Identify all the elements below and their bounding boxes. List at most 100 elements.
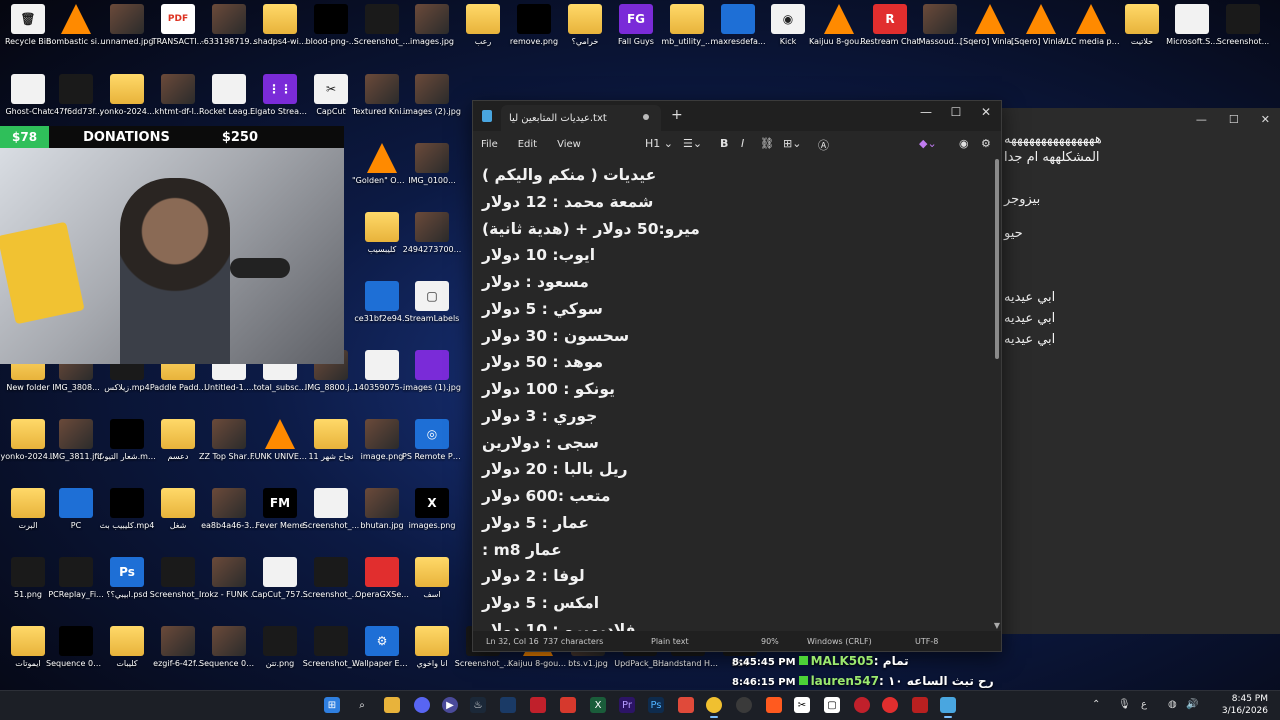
file-explorer-icon[interactable]	[384, 697, 400, 713]
desktop-icon[interactable]: [Sqero] Vinland Sa...	[960, 4, 1020, 47]
settings-icon[interactable]: ⚙	[981, 137, 991, 150]
desktop-icon[interactable]: khtmt-df-l...	[150, 74, 206, 117]
chat-window[interactable]: — ☐ ✕ هههههههههههههههه المشكلههه ام جدا …	[998, 108, 1280, 634]
desktop-icon[interactable]: 140359075-...	[354, 350, 410, 393]
text-format[interactable]: Plain text	[651, 637, 689, 646]
desktop-icon[interactable]: Screenshot_...	[150, 557, 206, 600]
desktop-icon[interactable]: كليبات	[99, 626, 155, 669]
desktop-icon[interactable]: images (1).jpg	[403, 350, 461, 393]
app-icon[interactable]	[678, 697, 694, 713]
desktop-icon[interactable]: FUNK UNIVERSO...	[250, 419, 310, 462]
desktop-icon[interactable]: ◉ Kick	[760, 4, 816, 47]
new-tab-button[interactable]: +	[671, 107, 683, 123]
app-icon[interactable]	[560, 697, 576, 713]
search-icon[interactable]: ⌕	[354, 697, 370, 713]
scrollbar-thumb[interactable]	[995, 159, 999, 359]
tray-language[interactable]: ع	[1141, 699, 1147, 710]
desktop-icon[interactable]: remove.png	[506, 4, 562, 47]
desktop-icon[interactable]: ◎ PS Remote Play	[402, 419, 462, 462]
clock[interactable]: 8:45 PM 3/16/2026	[1222, 693, 1268, 717]
maximize-icon[interactable]: ☐	[941, 105, 971, 119]
unsaved-dot-icon[interactable]	[643, 114, 649, 120]
capcut-icon[interactable]: ✂	[794, 697, 810, 713]
desktop-icon[interactable]: PCReplay_Fi...	[48, 557, 104, 600]
zoom-level[interactable]: 90%	[761, 637, 779, 646]
desktop-icon[interactable]: images.jpg	[404, 4, 460, 47]
desktop-icon[interactable]: Rocket League®	[199, 74, 259, 117]
desktop-icon[interactable]: Screenshot_...	[303, 488, 359, 531]
desktop-icon[interactable]: PDF TRANSACTI...	[150, 4, 206, 47]
heading-button[interactable]: H1 ⌄	[645, 137, 673, 150]
desktop-icon[interactable]: Screenshot...	[1215, 4, 1271, 47]
media-player-icon[interactable]: ▶	[442, 697, 458, 713]
desktop-icon[interactable]: c47f6dd73f...	[48, 74, 104, 117]
close-icon[interactable]: ✕	[1261, 113, 1270, 126]
desktop-icon[interactable]: Microsoft.S...	[1164, 4, 1220, 47]
link-icon[interactable]: ⛓	[760, 137, 774, 150]
desktop-icon[interactable]: ZZ Top Sharp Dressed M...	[199, 419, 259, 462]
close-icon[interactable]: ✕	[971, 105, 1001, 119]
maximize-icon[interactable]: ☐	[1229, 113, 1239, 126]
desktop-icon[interactable]: تتن.png	[252, 626, 308, 669]
microphone-icon[interactable]: 🎙	[1118, 699, 1131, 710]
clear-formatting-icon[interactable]: Ⓐ	[818, 137, 829, 153]
desktop-icon[interactable]: انا واخوي	[404, 626, 460, 669]
minimize-icon[interactable]: —	[911, 105, 941, 119]
notepad-tab[interactable]: عيديات المتابعين ليا.txt	[501, 105, 661, 131]
desktop-icon[interactable]: Ps ابيبي؟؟.psd	[99, 557, 155, 600]
desktop-icon[interactable]: -633198719...	[201, 4, 257, 47]
desktop-icon[interactable]: unnamed.jpg	[99, 4, 155, 47]
excel-icon[interactable]: X	[590, 697, 606, 713]
desktop-icon[interactable]: FM Fever Meme	[252, 488, 308, 531]
app-icon[interactable]	[736, 697, 752, 713]
list-icon[interactable]: ☰⌄	[683, 137, 702, 150]
desktop-icon[interactable]: IMG_0100...	[404, 143, 460, 186]
italic-icon[interactable]: I	[741, 137, 744, 150]
desktop-icon[interactable]: Screenshot_...	[303, 557, 359, 600]
menu-view[interactable]: View	[557, 139, 581, 150]
desktop-icon[interactable]: اسف	[404, 557, 460, 600]
chevron-up-icon[interactable]: ⌃	[1092, 699, 1100, 710]
steam-icon[interactable]: ♨	[470, 697, 486, 713]
line-endings[interactable]: Windows (CRLF)	[807, 637, 872, 646]
desktop-icon[interactable]: Sequence 01.gif	[46, 626, 106, 669]
desktop-icon[interactable]: images (2).jpg	[403, 74, 461, 117]
desktop-icon[interactable]: shadps4-wi...	[252, 4, 308, 47]
desktop-icon[interactable]: ezgif-6-42f...	[150, 626, 206, 669]
encoding[interactable]: UTF-8	[915, 637, 938, 646]
desktop-icon[interactable]: Kaijuu 8-gou - 05 (4K).mp4	[809, 4, 869, 47]
menu-file[interactable]: File	[481, 139, 498, 150]
desktop-icon[interactable]: IMG_3811.jfif	[48, 419, 104, 462]
chrome-icon[interactable]	[706, 697, 722, 718]
desktop-icon[interactable]: ea8b4a46-3...	[201, 488, 257, 531]
desktop-icon[interactable]: رعب	[455, 4, 511, 47]
desktop-icon[interactable]: VLC media player	[1061, 4, 1121, 47]
desktop-icon[interactable]: 2494273700...	[403, 212, 461, 255]
desktop-icon[interactable]: Irokz - FUNK UNIVERSO [...	[199, 557, 259, 600]
premiere-icon[interactable]: Pr	[619, 697, 635, 713]
desktop-icon[interactable]: ⋮⋮Elgato Stream Deck	[250, 74, 310, 117]
desktop-icon[interactable]: Sequence 01.mp4	[199, 626, 259, 669]
desktop-icon[interactable]: yonko-2024...	[99, 74, 155, 117]
network-icon[interactable]: ◍	[1168, 699, 1177, 710]
desktop-icon[interactable]: CapCut_757...	[252, 557, 308, 600]
desktop-icon[interactable]: Screenshot_...	[303, 626, 359, 669]
notepad-text-area[interactable]: عيديات ( منكم واليكم ) شمعة محمد : 12 دو…	[473, 157, 1001, 635]
discord-icon[interactable]	[414, 697, 430, 713]
table-icon[interactable]: ⊞⌄	[783, 137, 801, 150]
notepad-titlebar[interactable]: عيديات المتابعين ليا.txt + — ☐ ✕	[473, 101, 1001, 131]
start-icon[interactable]: ⊞	[324, 697, 340, 713]
store-icon[interactable]	[500, 697, 516, 713]
notepad-window[interactable]: عيديات المتابعين ليا.txt + — ☐ ✕ File Ed…	[472, 100, 1002, 652]
desktop-icon[interactable]: شعار التيوب.mp4	[97, 419, 157, 462]
opera-icon[interactable]	[530, 697, 546, 713]
desktop-icon[interactable]: Ximages.png	[404, 488, 460, 531]
desktop-icon[interactable]: Bombastic side eye - ...	[46, 4, 106, 47]
desktop-icon[interactable]: PC	[48, 488, 104, 531]
account-icon[interactable]: ◉	[959, 137, 969, 150]
desktop-icon[interactable]: ✂ CapCut	[303, 74, 359, 117]
desktop-icon[interactable]: mb_utility_...	[659, 4, 715, 47]
notepad-taskbar-icon[interactable]	[940, 697, 956, 718]
opera-gx-icon[interactable]	[854, 697, 870, 713]
desktop-icon[interactable]: كليبيب بث.mp4	[99, 488, 155, 531]
